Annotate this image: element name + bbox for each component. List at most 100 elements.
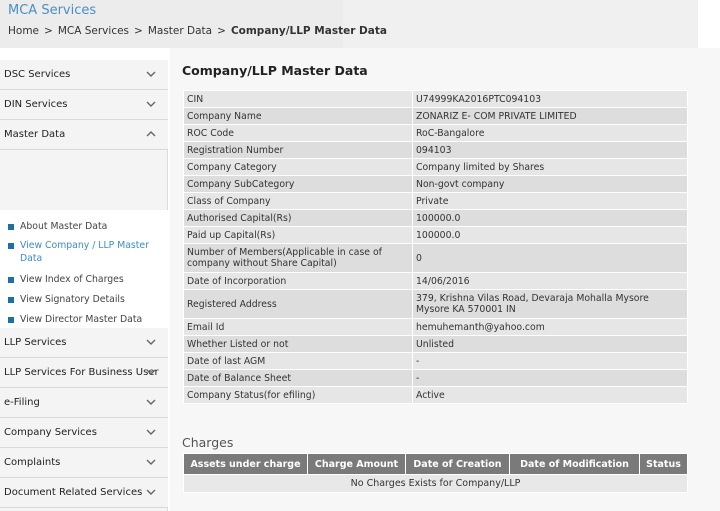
sidebar-item-label: e-Filing xyxy=(4,397,40,408)
header-band-right xyxy=(343,0,698,48)
breadcrumb-home[interactable]: Home xyxy=(8,25,39,37)
field-label: Date of Incorporation xyxy=(183,272,413,290)
field-value: Private xyxy=(412,192,688,210)
sidebar-item-master-data[interactable]: Master Data xyxy=(0,120,168,150)
charges-title: Charges xyxy=(182,435,234,450)
field-value: Company limited by Shares xyxy=(412,158,688,176)
chevron-up-icon xyxy=(146,131,156,137)
bullet-icon xyxy=(8,297,14,303)
field-label: Whether Listed or not xyxy=(183,335,413,353)
submenu-item-label: View Signatory Details xyxy=(20,294,125,305)
sidebar-item-llp-services-for-business-user[interactable]: LLP Services For Business User xyxy=(0,358,168,388)
submenu-item-label: View Director Master Data xyxy=(20,314,143,325)
field-label: Paid up Capital(Rs) xyxy=(183,226,413,244)
sidebar-item-din-services[interactable]: DIN Services xyxy=(0,90,168,120)
sidebar-item-llp-services[interactable]: LLP Services xyxy=(0,328,168,358)
field-value: 094103 xyxy=(412,141,688,159)
sidebar-item-label: LLP Services For Business User xyxy=(4,367,159,378)
empty-charges-message: No Charges Exists for Company/LLP xyxy=(183,474,688,493)
table-row: No Charges Exists for Company/LLP xyxy=(183,474,688,493)
table-row: Number of Members(Applicable in case of … xyxy=(183,243,688,273)
table-row: Date of last AGM - xyxy=(183,352,688,370)
app-title[interactable]: MCA Services xyxy=(8,3,96,18)
table-row: Authorised Capital(Rs) 100000.0 xyxy=(183,209,688,227)
charges-table: Assets under charge Charge Amount Date of … xyxy=(183,453,688,493)
chevron-down-icon xyxy=(146,489,156,495)
field-label: Date of last AGM xyxy=(183,352,413,370)
field-label: Date of Balance Sheet xyxy=(183,369,413,387)
submenu-item-text: View Company / LLP Master Data xyxy=(20,239,150,265)
field-value: 100000.0 xyxy=(412,226,688,244)
field-label: CIN xyxy=(183,90,413,108)
sidebar-item-dsc-services[interactable]: DSC Services xyxy=(0,60,168,90)
column-header[interactable]: Status xyxy=(639,453,688,475)
submenu-item-text: View Signatory Details xyxy=(20,293,150,306)
field-value: U74999KA2016PTC094103 xyxy=(412,90,688,108)
submenu-item-label: View Index of Charges xyxy=(20,274,124,285)
table-row: Email Id hemuhemanth@yahoo.com xyxy=(183,318,688,336)
sidebar-item-document-related-services[interactable]: Document Related Services xyxy=(0,478,168,508)
submenu-item-view-company-llp-master-data[interactable]: View Company / LLP Master Data xyxy=(8,239,163,267)
charges-header-row: Assets under charge Charge Amount Date of … xyxy=(183,453,688,475)
sidebar-item-label: DSC Services xyxy=(4,69,71,80)
table-row: Company SubCategory Non-govt company xyxy=(183,175,688,193)
sidebar-item-label: DIN Services xyxy=(4,99,68,110)
field-value: 100000.0 xyxy=(412,209,688,227)
bullet-icon xyxy=(8,243,14,249)
table-row: Company Name ZONARIZ E- COM PRIVATE LIMIT… xyxy=(183,107,688,125)
chevron-down-icon xyxy=(146,399,156,405)
breadcrumb-separator: > xyxy=(44,25,53,37)
table-row: Registered Address 379, Krishna Vilas Roa… xyxy=(183,289,688,319)
field-label: Number of Members(Applicable in case of … xyxy=(183,243,413,273)
field-value: - xyxy=(412,369,688,387)
field-label: Class of Company xyxy=(183,192,413,210)
field-value: - xyxy=(412,352,688,370)
table-row: CIN U74999KA2016PTC094103 xyxy=(183,90,688,108)
bullet-icon xyxy=(8,224,14,230)
sidebar-item-complaints[interactable]: Complaints xyxy=(0,448,168,478)
chevron-down-icon xyxy=(146,429,156,435)
sidebar-item-e-filing[interactable]: e-Filing xyxy=(0,388,168,418)
table-row: Company Category Company limited by Share… xyxy=(183,158,688,176)
field-value: 14/06/2016 xyxy=(412,272,688,290)
top-header: MCA Services Home > MCA Services > Master Da… xyxy=(0,0,720,48)
table-row: Class of Company Private xyxy=(183,192,688,210)
submenu-item-text: View Index of Charges xyxy=(20,273,150,286)
submenu-item-label: About Master Data xyxy=(20,221,108,232)
field-label: Authorised Capital(Rs) xyxy=(183,209,413,227)
column-header[interactable]: Assets under charge xyxy=(183,453,308,475)
breadcrumb-current: Company/LLP Master Data xyxy=(230,25,387,37)
field-label: Registered Address xyxy=(183,289,413,319)
chevron-down-icon xyxy=(146,71,156,77)
field-label: ROC Code xyxy=(183,124,413,142)
field-value: 379, Krishna Vilas Road, Devaraja Mohall… xyxy=(412,289,688,319)
field-label: Company Category xyxy=(183,158,413,176)
field-value: Active xyxy=(412,386,688,404)
breadcrumb: Home > MCA Services > Master Data > Company/LL… xyxy=(8,25,387,37)
sidebar-item-company-services[interactable]: Company Services xyxy=(0,418,168,448)
page-title: Company/LLP Master Data xyxy=(182,63,368,78)
column-header[interactable]: Date of Creation xyxy=(405,453,510,475)
table-row: Date of Balance Sheet - xyxy=(183,369,688,387)
breadcrumb-master-data[interactable]: Master Data xyxy=(148,25,212,37)
sidebar: DSC Services DIN Services Master Data About… xyxy=(0,60,168,511)
table-row: Whether Listed or not Unlisted xyxy=(183,335,688,353)
sidebar-item-label: LLP Services xyxy=(4,337,67,348)
breadcrumb-mca-services[interactable]: MCA Services xyxy=(58,25,129,37)
field-label: Company SubCategory xyxy=(183,175,413,193)
column-header[interactable]: Charge Amount xyxy=(307,453,406,475)
sidebar-item-label: Company Services xyxy=(4,427,97,438)
breadcrumb-separator: > xyxy=(134,25,143,37)
submenu-item-text: About Master Data xyxy=(20,220,150,233)
field-value: 0 xyxy=(412,243,688,273)
field-value: Non-govt company xyxy=(412,175,688,193)
table-row: Company Status(for efiling) Active xyxy=(183,386,688,404)
breadcrumb-separator: > xyxy=(217,25,226,37)
bullet-icon xyxy=(8,277,14,283)
field-label: Email Id xyxy=(183,318,413,336)
column-header[interactable]: Date of Modification xyxy=(509,453,640,475)
field-value: hemuhemanth@yahoo.com xyxy=(412,318,688,336)
bullet-icon xyxy=(8,317,14,323)
chevron-down-icon xyxy=(146,101,156,107)
chevron-down-icon xyxy=(146,369,156,375)
